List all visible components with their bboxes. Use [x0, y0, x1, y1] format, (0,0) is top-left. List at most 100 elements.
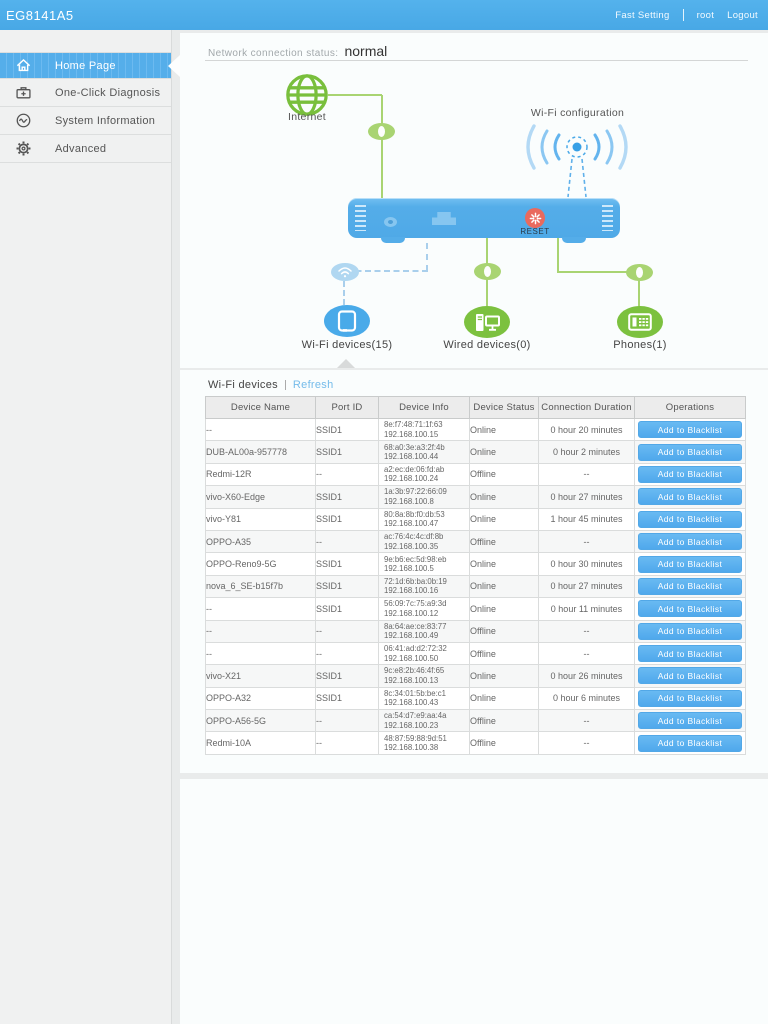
cell-operations: Add to Blacklist: [634, 731, 746, 755]
cell-device-name: vivo-X21: [205, 664, 316, 688]
device-ip: 192.168.100.44: [384, 452, 439, 462]
cell-port-id: --: [315, 529, 379, 554]
add-to-blacklist-button[interactable]: Add to Blacklist: [638, 600, 742, 618]
add-to-blacklist-button[interactable]: Add to Blacklist: [638, 488, 742, 506]
device-ip: 192.168.100.38: [384, 743, 439, 753]
add-to-blacklist-button[interactable]: Add to Blacklist: [638, 622, 742, 640]
header-links: Fast Setting root Logout: [615, 9, 758, 21]
cell-device-name: OPPO-Reno9-5G: [205, 552, 316, 576]
add-to-blacklist-button[interactable]: Add to Blacklist: [638, 577, 742, 595]
sidebar: Home Page One-Click Diagnosis System Inf…: [0, 30, 180, 1024]
cell-operations: Add to Blacklist: [634, 462, 746, 487]
cell-connection-duration: --: [538, 641, 635, 666]
bottom-content-panel: [180, 779, 768, 1024]
internet-line-h: [328, 94, 382, 96]
device-ip: 192.168.100.15: [384, 429, 439, 439]
add-to-blacklist-button[interactable]: Add to Blacklist: [638, 645, 742, 663]
device-ip: 192.168.100.23: [384, 720, 439, 730]
device-ip: 192.168.100.24: [384, 474, 439, 484]
device-ip: 192.168.100.13: [384, 675, 439, 685]
add-to-blacklist-button[interactable]: Add to Blacklist: [638, 443, 742, 461]
cell-device-name: --: [205, 417, 316, 442]
add-to-blacklist-button[interactable]: Add to Blacklist: [638, 533, 742, 551]
wifi-antenna-icon[interactable]: [507, 121, 647, 204]
cell-connection-duration: 0 hour 11 minutes: [538, 597, 635, 621]
diagnosis-kit-icon: [14, 84, 32, 102]
cell-device-name: OPPO-A32: [205, 686, 316, 711]
cell-device-info: 8a:64:ae:ce:83:77 192.168.100.49: [378, 619, 470, 643]
cell-port-id: --: [315, 709, 379, 733]
device-mac: 9e:b6:ec:5d:98:eb: [384, 554, 447, 564]
header-divider: [682, 9, 684, 21]
wifi-link-dash-v: [426, 243, 428, 271]
device-mac: 1a:3b:97:22:66:09: [384, 487, 447, 497]
cell-device-name: Redmi-10A: [205, 731, 316, 755]
cell-device-info: 48:87:59:88:9d:51 192.168.100.38: [378, 731, 470, 755]
add-to-blacklist-button[interactable]: Add to Blacklist: [638, 465, 742, 483]
router-device[interactable]: RESET: [348, 198, 620, 243]
selected-section-indicator: [337, 359, 355, 368]
add-to-blacklist-button[interactable]: Add to Blacklist: [638, 689, 742, 707]
sidebar-item-advanced[interactable]: Advanced: [0, 135, 171, 163]
table-row: vivo-X60-Edge SSID1 1a:3b:97:22:66:09 19…: [205, 485, 746, 509]
add-to-blacklist-button[interactable]: Add to Blacklist: [638, 734, 742, 752]
user-label: root: [696, 9, 715, 21]
cell-device-name: DUB-AL00a-957778: [205, 440, 316, 464]
phones-line-v1: [557, 238, 559, 273]
cell-operations: Add to Blacklist: [634, 574, 746, 599]
table-row: OPPO-A32 SSID1 8c:34:01:5b:be:c1 192.168…: [205, 686, 746, 711]
add-to-blacklist-button[interactable]: Add to Blacklist: [638, 712, 742, 730]
logout-link[interactable]: Logout: [727, 10, 758, 21]
sidebar-item-system-information[interactable]: System Information: [0, 107, 171, 135]
add-to-blacklist-button[interactable]: Add to Blacklist: [638, 555, 742, 573]
cell-device-status: Online: [469, 417, 539, 442]
cell-device-info: 72:1d:6b:ba:0b:19 192.168.100.16: [378, 574, 470, 599]
cell-operations: Add to Blacklist: [634, 686, 746, 711]
device-mac: 80:8a:8b:f0:db:53: [384, 509, 445, 519]
sidebar-item-one-click-diagnosis[interactable]: One-Click Diagnosis: [0, 79, 171, 107]
add-to-blacklist-button[interactable]: Add to Blacklist: [638, 667, 742, 685]
wifi-devices-node[interactable]: [324, 305, 370, 337]
table-header-row: Device Name Port ID Device Info Device S…: [205, 396, 746, 419]
cell-device-status: Online: [469, 597, 539, 621]
router-vent-left: [355, 205, 366, 231]
sidebar-item-label: Advanced: [55, 142, 107, 155]
wifi-devices-label: Wi-Fi devices(15): [301, 339, 393, 351]
network-topology-panel: Network connection status: normal Intern…: [180, 33, 768, 368]
cell-operations: Add to Blacklist: [634, 597, 746, 621]
cell-device-status: Online: [469, 485, 539, 509]
network-status-label: Network connection status:: [208, 48, 339, 59]
reset-button[interactable]: [525, 208, 545, 228]
cell-connection-duration: --: [538, 462, 635, 487]
network-status-line: Network connection status: normal: [208, 43, 387, 59]
cell-device-info: 9c:e8:2b:46:4f:65 192.168.100.13: [378, 664, 470, 688]
cell-device-name: vivo-X60-Edge: [205, 485, 316, 509]
cell-connection-duration: 0 hour 20 minutes: [538, 417, 635, 442]
devices-table-body: -- SSID1 8e:f7:48:71:1f:63 192.168.100.1…: [205, 417, 746, 755]
cell-port-id: SSID1: [315, 686, 379, 711]
add-to-blacklist-button[interactable]: Add to Blacklist: [638, 421, 742, 439]
cell-connection-duration: 0 hour 27 minutes: [538, 574, 635, 599]
ethernet-port-icon: [432, 212, 456, 225]
cell-port-id: --: [315, 731, 379, 755]
cell-operations: Add to Blacklist: [634, 507, 746, 531]
table-row: OPPO-A56-5G -- ca:54:d7:e9:aa:4a 192.168…: [205, 709, 746, 733]
cell-device-name: --: [205, 619, 316, 643]
cell-port-id: SSID1: [315, 440, 379, 464]
table-title: Wi-Fi devices: [208, 379, 278, 391]
add-to-blacklist-button[interactable]: Add to Blacklist: [638, 510, 742, 528]
cell-device-info: 06:41:ad:d2:72:32 192.168.100.50: [378, 641, 470, 666]
cell-connection-duration: --: [538, 619, 635, 643]
device-mac: ac:76:4c:4c:df:8b: [384, 532, 444, 542]
fast-setting-link[interactable]: Fast Setting: [615, 10, 669, 21]
wired-devices-node[interactable]: [464, 306, 510, 338]
col-header-connection-duration: Connection Duration: [538, 396, 635, 419]
phones-node[interactable]: [617, 306, 663, 338]
wifi-devices-panel: Wi-Fi devices Refresh Device Name Port I…: [180, 370, 768, 773]
device-ip: 192.168.100.12: [384, 608, 439, 618]
refresh-link[interactable]: Refresh: [293, 379, 334, 391]
cell-connection-duration: 0 hour 30 minutes: [538, 552, 635, 576]
device-mac: 06:41:ad:d2:72:32: [384, 644, 447, 654]
sidebar-item-home-page[interactable]: Home Page: [0, 52, 180, 79]
router-vent-right: [602, 205, 613, 231]
